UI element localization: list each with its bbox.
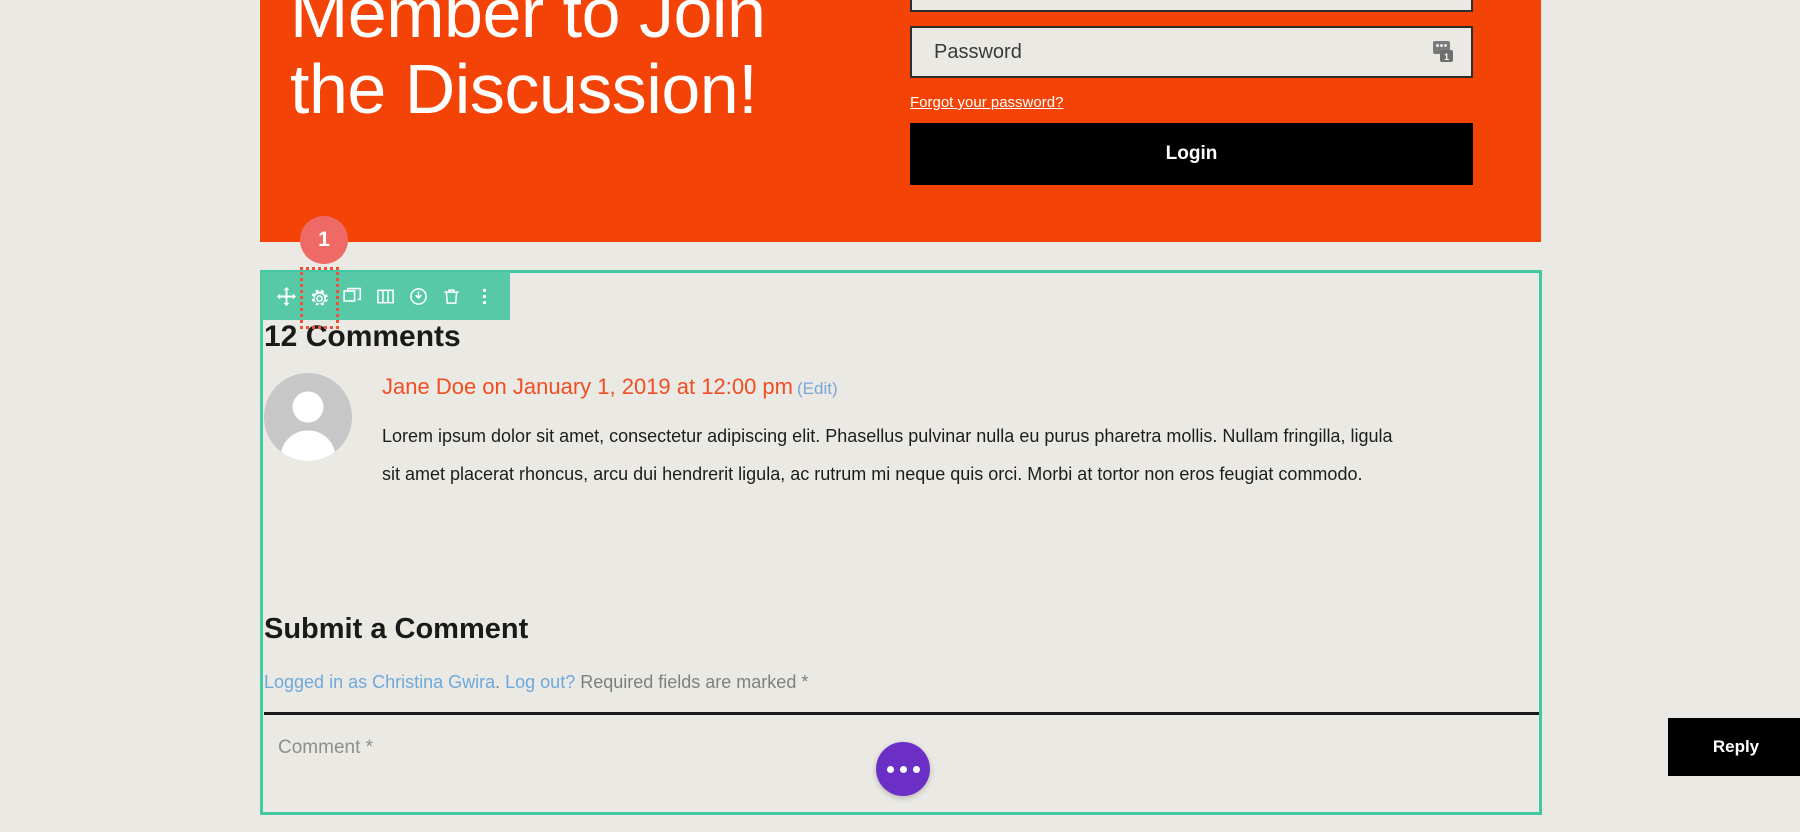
duplicate-icon[interactable] [336, 274, 369, 318]
comment-datetime: January 1, 2019 at 12:00 pm [512, 374, 793, 399]
membership-cta-section: Become a Member to Join the Discussion! … [260, 0, 1541, 242]
comments-count-heading: 12 Comments [264, 320, 461, 353]
gear-icon[interactable] [300, 267, 339, 329]
forgot-password-link[interactable]: Forgot your password? [910, 94, 1063, 111]
logged-in-status-line: Logged in as Christina Gwira. Log out? R… [264, 672, 808, 693]
submit-comment-heading: Submit a Comment [264, 613, 529, 645]
comment-meta: Jane Doe on January 1, 2019 at 12:00 pm(… [382, 373, 1402, 403]
fab-dot-3 [912, 765, 920, 773]
required-fields-note: Required fields are marked * [575, 672, 809, 692]
comment-on-word: on [476, 374, 513, 399]
avatar [264, 373, 352, 461]
ellipsis-vertical-icon[interactable] [468, 274, 501, 318]
reply-button[interactable]: Reply [1668, 718, 1800, 776]
username-field[interactable] [910, 0, 1473, 12]
login-form: Password 1 Forgot your password? Login [910, 0, 1473, 185]
comment-edit-link[interactable]: (Edit) [797, 379, 838, 398]
move-handle-icon[interactable] [270, 274, 303, 318]
more-options-fab[interactable] [876, 742, 930, 796]
password-field-placeholder: Password [934, 40, 1022, 63]
login-button[interactable]: Login [910, 123, 1473, 185]
password-field[interactable]: Password 1 [910, 26, 1473, 78]
password-manager-icon[interactable]: 1 [1433, 41, 1457, 63]
logout-link[interactable]: Log out? [505, 672, 575, 692]
comment-text: Lorem ipsum dolor sit amet, consectetur … [382, 426, 1393, 484]
fab-dot-2 [899, 765, 907, 773]
comment-body: Jane Doe on January 1, 2019 at 12:00 pm(… [382, 373, 1402, 511]
comment-author-link[interactable]: Jane Doe [382, 374, 476, 399]
fab-dot-1 [886, 765, 894, 773]
cta-heading: Become a Member to Join the Discussion! [290, 0, 766, 128]
columns-icon[interactable] [369, 274, 402, 318]
power-icon[interactable] [402, 274, 435, 318]
step-number-badge: 1 [300, 216, 348, 264]
trash-icon[interactable] [435, 274, 468, 318]
logged-in-user-link[interactable]: Logged in as Christina Gwira [264, 672, 495, 692]
divi-module-toolbar [261, 267, 510, 329]
cta-inner: Become a Member to Join the Discussion! … [260, 0, 1541, 242]
logged-in-separator: . [495, 672, 506, 692]
svg-text:1: 1 [1444, 52, 1449, 62]
